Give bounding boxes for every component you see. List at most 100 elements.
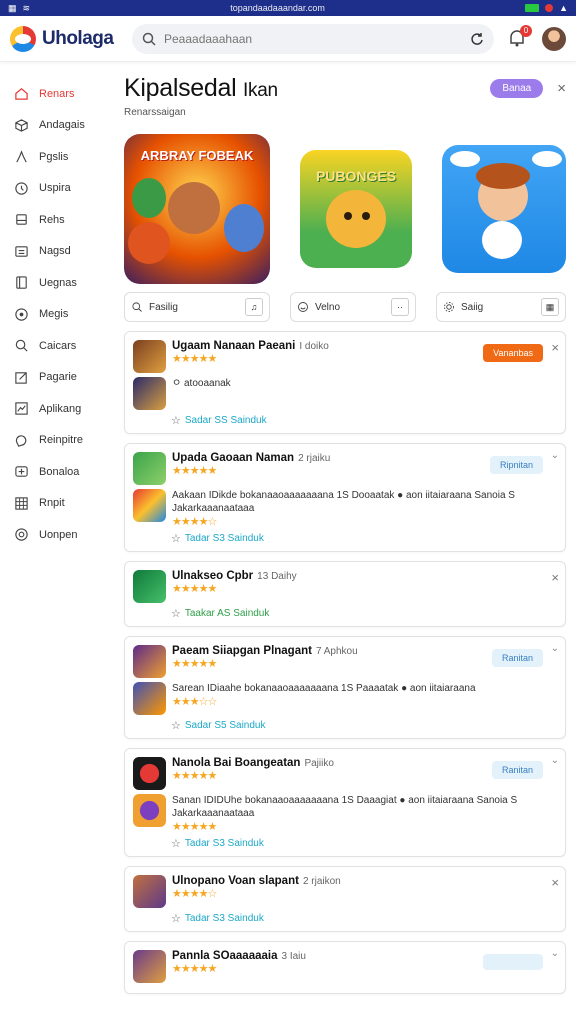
app-title[interactable]: Ulnakseo Cpbr 13 Daihy — [172, 570, 297, 582]
app-tag: 3 Iaiu — [281, 951, 306, 962]
card-info: Paeam Siiapgan Plnagant 7 Aphkou ★★★★★ — [172, 645, 358, 670]
app-title-text: Pannla SOaaaaaaia — [172, 950, 278, 962]
star-outline-icon[interactable]: ☆ — [171, 912, 181, 925]
search-icon — [15, 340, 28, 352]
chart-icon — [15, 402, 28, 415]
page-title: Kipalsedal Ikan — [124, 74, 278, 103]
install-button[interactable]: Ranitan — [491, 649, 543, 667]
app-thumbnail-secondary[interactable] — [133, 377, 166, 410]
filter-chip[interactable]: Saiig ▦ — [436, 292, 566, 322]
app-meta[interactable]: ☆ Sadar SS Sainduk — [133, 414, 557, 427]
status-url: topandaadaaandar.com — [230, 3, 325, 13]
logo-text: Uholaga — [42, 27, 114, 49]
close-icon[interactable]: × — [551, 340, 559, 355]
app-card[interactable]: Pannla SOaaaaaaia 3 Iaiu ★★★★★ ⌄ — [124, 941, 566, 994]
banner-button[interactable]: Banaa — [490, 79, 544, 98]
app-thumbnail[interactable] — [133, 340, 166, 373]
install-button[interactable] — [483, 954, 543, 970]
sidebar-item-14[interactable]: Uonpen — [0, 519, 118, 551]
app-title[interactable]: Ulnopano Voan slapant 2 rjaikon — [172, 875, 341, 887]
star-outline-icon[interactable]: ☆ — [171, 837, 181, 850]
notification-button[interactable]: 0 — [506, 24, 532, 51]
close-icon[interactable]: × — [551, 875, 559, 890]
app-title-text: Ulnakseo Cpbr — [172, 570, 254, 582]
app-thumbnail[interactable] — [133, 570, 166, 603]
sidebar-item-7[interactable]: Megis — [0, 299, 118, 331]
app-meta[interactable]: ☆ Tadar S3 Sainduk — [133, 532, 557, 545]
chevron-down-icon[interactable]: ⌄ — [551, 643, 559, 654]
app-thumbnail-secondary[interactable] — [133, 489, 166, 522]
app-card[interactable]: Ugaam Nanaan Paeani I doiko ★★★★★ ㅇ atooaan… — [124, 331, 566, 434]
app-logo[interactable]: Uholaga — [10, 25, 120, 52]
app-title[interactable]: Upada Gaoaan Naman 2 rjaiku — [172, 452, 330, 464]
sidebar-item-12[interactable]: Bonaloa — [0, 456, 118, 488]
app-thumbnail[interactable] — [133, 645, 166, 678]
filter-chip[interactable]: Velno ·· — [290, 292, 416, 322]
install-button[interactable]: Ranitan — [491, 761, 543, 779]
sidebar-item-8[interactable]: Caicars — [0, 330, 118, 362]
close-icon[interactable]: × — [551, 570, 559, 585]
star-outline-icon[interactable]: ☆ — [171, 607, 181, 620]
app-list: Ugaam Nanaan Paeani I doiko ★★★★★ ㅇ atooaan… — [124, 331, 566, 994]
sidebar-item-11[interactable]: Reinpitre — [0, 425, 118, 457]
subrow-info: ㅇ atooaanak — [172, 377, 231, 390]
sidebar-item-label: Uonpen — [39, 528, 78, 541]
featured-game-2[interactable]: PUBONGES — [300, 150, 412, 268]
app-thumbnail[interactable] — [133, 950, 166, 983]
app-card[interactable]: Nanola Bai Boangeatan Pajiiko ★★★★★ Sanan I… — [124, 748, 566, 857]
install-button[interactable]: Ripnitan — [489, 456, 543, 474]
app-meta[interactable]: ☆ Tadar S3 Sainduk — [133, 912, 557, 925]
list-icon — [15, 246, 28, 257]
chevron-down-icon[interactable]: ⌄ — [551, 948, 559, 959]
featured-game-3[interactable] — [442, 145, 566, 273]
target-icon — [15, 528, 28, 541]
sidebar-item-3[interactable]: Uspira — [0, 173, 118, 205]
app-title[interactable]: Pannla SOaaaaaaia 3 Iaiu — [172, 950, 306, 962]
star-outline-icon[interactable]: ☆ — [171, 414, 181, 427]
chip-action-icon[interactable]: ·· — [391, 298, 409, 316]
card-subrow: Sanan IDIDUhe bokanaaoaaaaaaana 1S Daaag… — [133, 794, 557, 833]
app-title[interactable]: Ugaam Nanaan Paeani I doiko — [172, 340, 329, 352]
app-card[interactable]: Ulnopano Voan slapant 2 rjaikon ★★★★☆ ☆ Tada… — [124, 866, 566, 932]
app-card[interactable]: Paeam Siiapgan Plnagant 7 Aphkou ★★★★★ Sare… — [124, 636, 566, 739]
app-thumbnail-secondary[interactable] — [133, 794, 166, 827]
close-icon[interactable]: × — [557, 80, 566, 97]
app-title[interactable]: Paeam Siiapgan Plnagant 7 Aphkou — [172, 645, 358, 657]
chevron-down-icon[interactable]: ⌄ — [551, 755, 559, 766]
sidebar-item-5[interactable]: Nagsd — [0, 236, 118, 268]
app-title[interactable]: Nanola Bai Boangeatan Pajiiko — [172, 757, 334, 769]
app-meta[interactable]: ☆ Tadar S3 Sainduk — [133, 837, 557, 850]
notification-badge: 0 — [520, 24, 532, 37]
search-bar[interactable] — [132, 23, 494, 54]
search-input[interactable] — [164, 31, 462, 46]
app-card[interactable]: Upada Gaoaan Naman 2 rjaiku ★★★★★ Aakaan ID… — [124, 443, 566, 552]
app-meta[interactable]: ☆ Taakar AS Sainduk — [133, 607, 557, 620]
chip-action-icon[interactable]: ▦ — [541, 298, 559, 316]
character-yellow — [326, 190, 386, 248]
star-outline-icon[interactable]: ☆ — [171, 719, 181, 732]
filter-chip[interactable]: Fasilig ♫ — [124, 292, 270, 322]
page-title-suffix: Ikan — [243, 80, 278, 101]
app-thumbnail[interactable] — [133, 452, 166, 485]
star-outline-icon[interactable]: ☆ — [171, 532, 181, 545]
sidebar-item-9[interactable]: Pagarie — [0, 362, 118, 394]
sidebar-item-2[interactable]: Pgslis — [0, 141, 118, 173]
refresh-icon[interactable] — [470, 32, 484, 46]
sidebar-item-13[interactable]: Rnpit — [0, 488, 118, 520]
install-button[interactable]: Vananbas — [483, 344, 543, 362]
app-card[interactable]: Ulnakseo Cpbr 13 Daihy ★★★★★ ☆ Taakar AS Sai… — [124, 561, 566, 627]
sidebar-item-0[interactable]: Renars — [0, 78, 118, 110]
sidebar-item-6[interactable]: Uegnas — [0, 267, 118, 299]
app-thumbnail-secondary[interactable] — [133, 682, 166, 715]
avatar[interactable] — [542, 26, 566, 51]
app-thumbnail[interactable] — [133, 757, 166, 790]
chip-action-icon[interactable]: ♫ — [245, 298, 263, 316]
character-green — [132, 178, 166, 218]
app-meta[interactable]: ☆ Sadar S5 Sainduk — [133, 719, 557, 732]
sidebar-item-10[interactable]: Aplikang — [0, 393, 118, 425]
chevron-down-icon[interactable]: ⌄ — [551, 450, 559, 461]
app-thumbnail[interactable] — [133, 875, 166, 908]
sidebar-item-1[interactable]: Andagais — [0, 110, 118, 142]
sidebar-item-4[interactable]: Rehs — [0, 204, 118, 236]
featured-game-1[interactable]: ARBRAY FOBEAK — [124, 134, 270, 284]
